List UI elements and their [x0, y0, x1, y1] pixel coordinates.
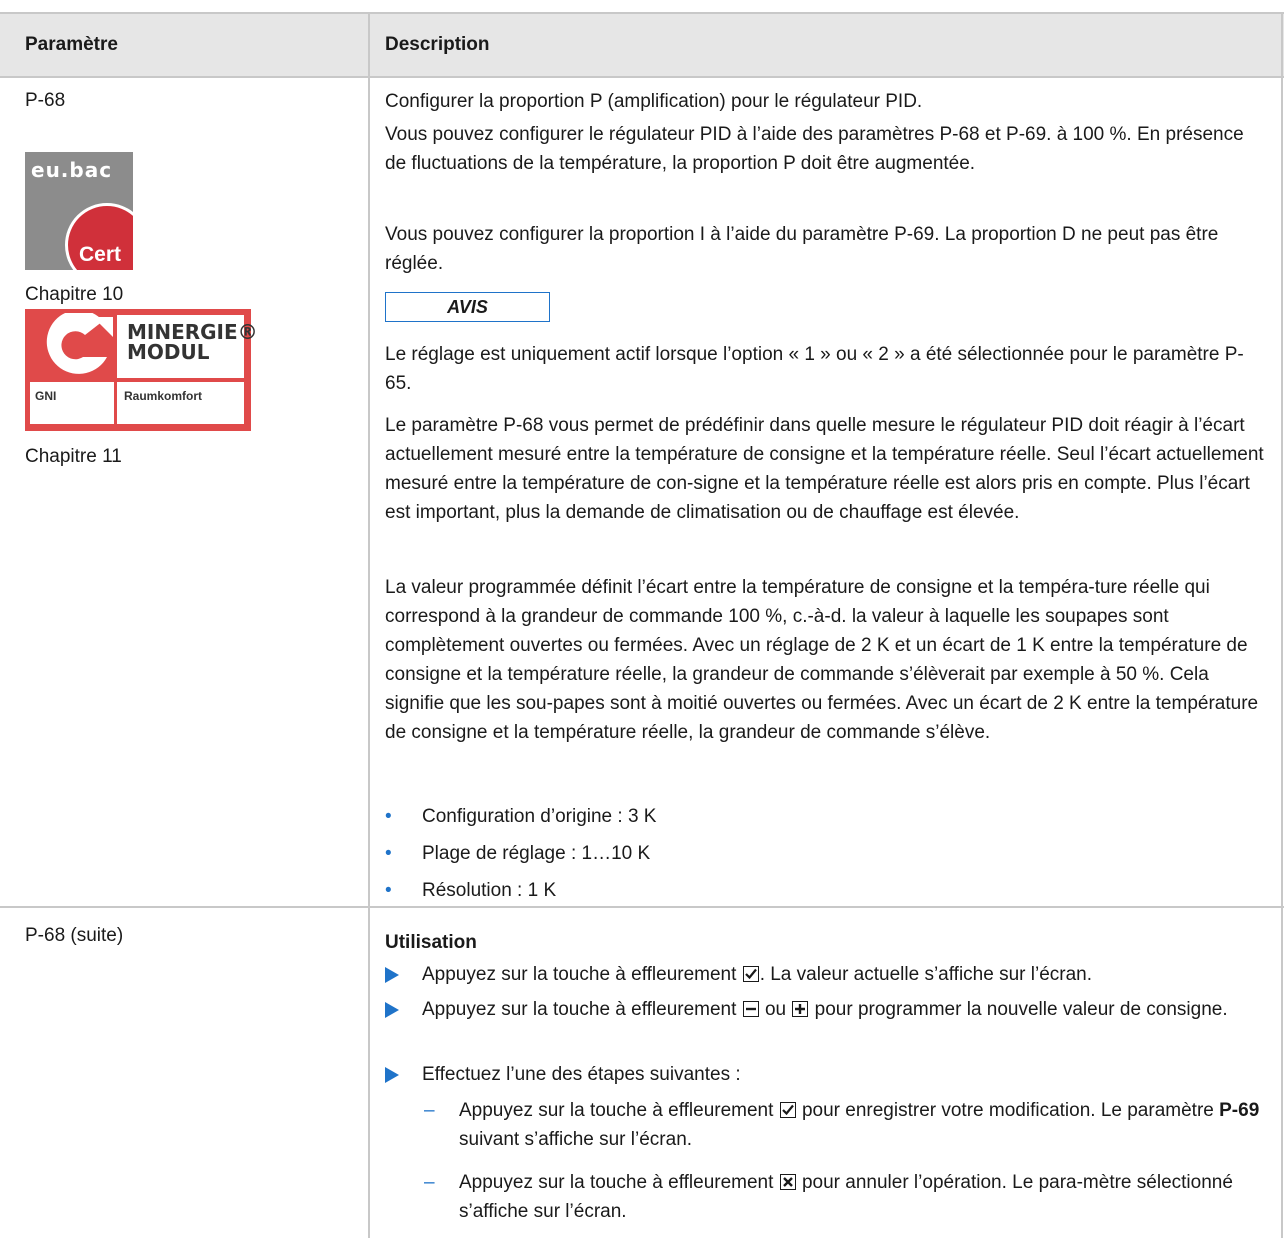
plus-key-icon	[792, 1001, 809, 1017]
minergie-line2: MODUL	[127, 340, 210, 364]
param-p68: P-68	[25, 90, 66, 111]
chapter-10: Chapitre 10	[25, 284, 124, 305]
arrow-right-icon	[385, 1002, 399, 1018]
table-header: Paramètre Description	[0, 12, 1284, 78]
arrow-right-icon	[385, 1067, 399, 1083]
eubac-cert-logo: eu.bac Cert	[25, 152, 133, 270]
cert-label: Cert	[79, 243, 122, 266]
eubac-label: eu.bac	[31, 158, 113, 182]
checkbox-confirm-icon	[742, 966, 759, 982]
avis-notice-badge: AVIS	[385, 292, 550, 322]
utilisation-heading: Utilisation	[385, 932, 477, 953]
column-divider	[368, 12, 370, 1238]
parameter-table: Paramètre Description P-68 eu.bac Cert C…	[0, 0, 1284, 1238]
minergie-g-icon	[46, 313, 113, 374]
minergie-raumkomfort: Raumkomfort	[124, 389, 203, 403]
minergie-gni: GNI	[35, 389, 57, 403]
desc-paragraph: Configurer la proportion P (amplificatio…	[385, 91, 923, 112]
desc-paragraph: La valeur programmée définit l’écart ent…	[385, 577, 1259, 743]
minus-key-icon	[742, 1001, 759, 1017]
header-description: Description	[385, 34, 490, 55]
minergie-logo: MINERGIE® MODUL GNI Raumkomfort	[25, 309, 258, 431]
param-p68-suite: P-68 (suite)	[25, 925, 124, 946]
header-parametre: Paramètre	[25, 34, 118, 55]
minergie-line1: MINERGIE®	[127, 320, 258, 344]
dash-icon: –	[424, 1172, 435, 1193]
bullet-icon: •	[385, 843, 392, 864]
row-divider	[0, 906, 1284, 908]
desc-paragraph: Le paramètre P-68 vous permet de prédéfi…	[385, 415, 1264, 523]
dash-icon: –	[424, 1100, 435, 1121]
desc-paragraph: Vous pouvez configurer le régulateur PID…	[385, 124, 1244, 174]
desc-paragraph: Le réglage est uniquement actif lorsque …	[385, 344, 1244, 394]
right-border	[1281, 12, 1283, 1238]
bullet-icon: •	[385, 880, 392, 901]
arrow-right-icon	[385, 967, 399, 983]
desc-paragraph: Vous pouvez configurer la proportion I à…	[385, 224, 1219, 274]
chapter-11: Chapitre 11	[25, 446, 122, 467]
cancel-key-icon	[779, 1174, 796, 1190]
row-divider	[0, 76, 1284, 78]
checkbox-confirm-icon	[779, 1102, 796, 1118]
bullet-icon: •	[385, 806, 392, 827]
